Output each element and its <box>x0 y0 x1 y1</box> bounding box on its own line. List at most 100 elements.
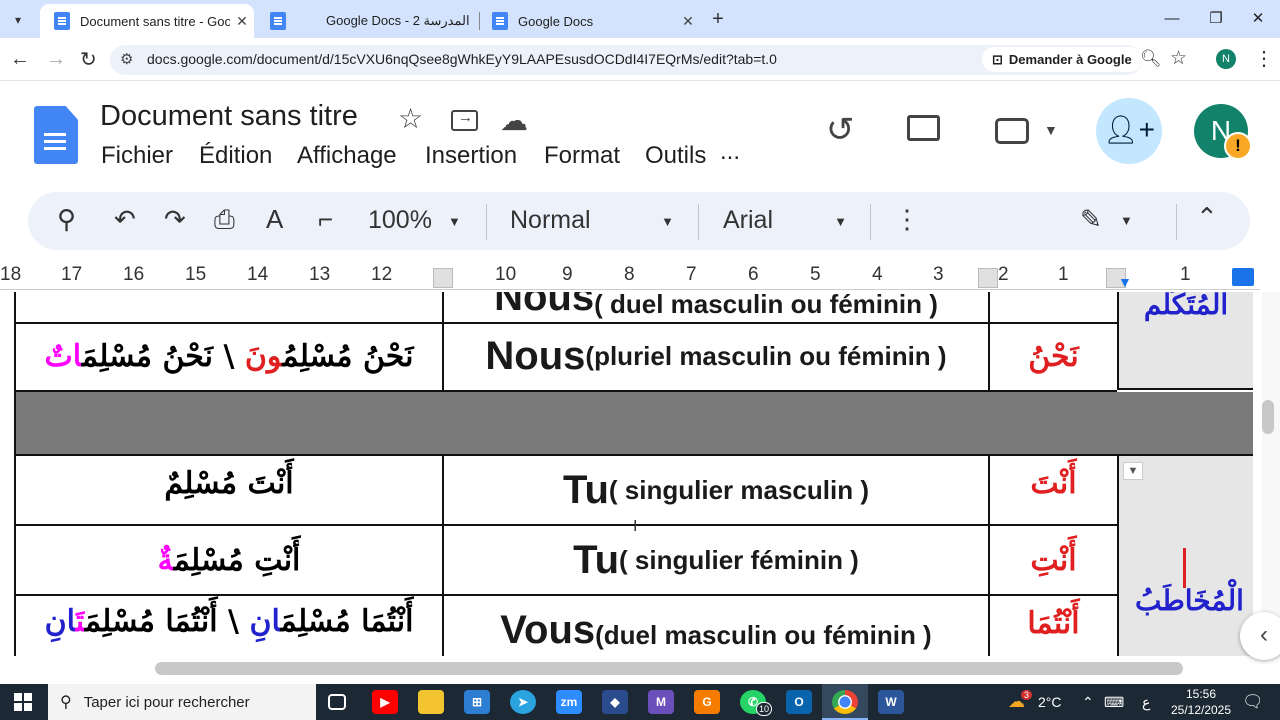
table-cell[interactable]: أَنْتِ مُسْلِمَةٌ <box>14 526 442 596</box>
editing-mode-icon[interactable]: ✎ <box>1080 204 1102 235</box>
chrome-icon[interactable] <box>832 690 858 714</box>
table-cell[interactable]: أَنْتُمَا <box>988 596 1117 656</box>
windows-start-icon[interactable] <box>14 693 32 711</box>
indent-marker-icon[interactable]: ▼ <box>1118 274 1132 290</box>
microsoft-store-icon[interactable]: ⊞ <box>464 690 490 714</box>
reload-icon[interactable]: ↻ <box>80 47 97 72</box>
style-select[interactable]: Normal ▼ <box>510 206 680 235</box>
restore-button[interactable]: ❐ <box>1196 6 1236 32</box>
side-panel-toggle-button[interactable]: ‹ <box>1240 612 1280 660</box>
outlook-icon[interactable]: O <box>786 690 812 714</box>
close-tab-icon[interactable]: ✕ <box>230 13 254 30</box>
close-window-button[interactable]: ✕ <box>1238 6 1278 32</box>
table-cell[interactable]: أَنْتَ <box>988 456 1117 526</box>
cloud-saved-icon[interactable]: ☁ <box>500 104 528 137</box>
table-cell[interactable]: Tu ( singulier féminin ) <box>442 526 988 596</box>
indent-marker-icon[interactable] <box>1232 268 1254 286</box>
table-cell[interactable]: Tu ( singulier masculin ) <box>442 456 988 526</box>
document-title[interactable]: Document sans titre <box>100 100 358 133</box>
side-column-addressee[interactable]: ▼ الْمُخَاطَبُ <box>1117 456 1253 656</box>
word-icon[interactable]: W <box>878 690 904 714</box>
share-button[interactable]: 👤︎+ <box>1096 98 1162 164</box>
redo-icon[interactable]: ↷ <box>164 204 186 235</box>
file-explorer-icon[interactable] <box>418 690 444 714</box>
table-cell[interactable]: أَنْتُمَا مُسْلِمَانِ \ أَنْتُمَا مُسْلِ… <box>14 596 442 656</box>
profile-avatar[interactable]: N <box>1216 49 1236 69</box>
table-cell[interactable]: Vous (duel masculin ou féminin ) <box>442 596 988 656</box>
new-tab-button[interactable]: + <box>706 8 730 32</box>
tab-google-docs[interactable]: Google Docs ✕ <box>478 4 700 38</box>
tray-overflow-icon[interactable]: ⌃ <box>1082 684 1094 720</box>
menu-more[interactable]: ... <box>720 138 740 166</box>
vertical-scroll-thumb[interactable] <box>1262 400 1274 434</box>
more-options-icon[interactable]: ⋮ <box>894 204 920 235</box>
chevron-down-icon[interactable]: ▼ <box>1044 122 1058 138</box>
bookmark-star-icon[interactable]: ☆ <box>1170 47 1187 70</box>
table-cell[interactable] <box>14 292 442 324</box>
zoom-icon[interactable]: 🔍︎ <box>1140 49 1162 69</box>
back-icon[interactable]: ← <box>10 48 30 71</box>
clock[interactable]: 15:56 25/12/2025 <box>1166 686 1236 718</box>
dropdown-arrow-icon[interactable]: ▼ <box>1123 462 1143 480</box>
input-language[interactable]: ع <box>1142 684 1150 720</box>
close-tab-icon[interactable]: ✕ <box>676 13 700 30</box>
search-menus-icon[interactable]: ⚲ <box>57 204 76 235</box>
spellcheck-icon[interactable]: A <box>266 204 283 235</box>
task-view-icon[interactable] <box>328 694 346 710</box>
table-cell[interactable]: Nous (pluriel masculin ou féminin ) <box>442 322 988 392</box>
chevron-down-icon[interactable]: ▼ <box>1120 213 1133 228</box>
forward-icon[interactable]: → <box>46 48 66 71</box>
side-column-speaker[interactable]: الْمُتَكَلِّم <box>1117 292 1253 390</box>
table-cell[interactable]: نَحْنُ مُسْلِمُونَ \ نَحْنُ مُسْلِمَاتٌ <box>14 322 442 392</box>
browser-menu-icon[interactable]: ⋮ <box>1254 46 1274 71</box>
table-cell[interactable]: نَحْنُ <box>988 322 1117 392</box>
horizontal-scroll-thumb[interactable] <box>155 662 1183 675</box>
warning-icon: ! <box>1224 132 1252 160</box>
menu-affichage[interactable]: Affichage <box>297 142 397 170</box>
menu-edition[interactable]: Édition <box>199 142 272 170</box>
taskbar-search-box[interactable]: ⚲ Taper ici pour rechercher <box>48 684 316 720</box>
keyboard-icon[interactable]: ⌨ <box>1104 684 1124 720</box>
notifications-icon[interactable]: 🗨︎ <box>1242 684 1264 720</box>
comments-icon[interactable] <box>907 115 940 141</box>
zoom-app-icon[interactable]: zm <box>556 690 582 714</box>
codeblocks-icon[interactable]: ◆ <box>602 690 628 714</box>
collapse-menus-icon[interactable]: ⌃ <box>1196 202 1218 233</box>
telegram-icon[interactable]: ➤ <box>510 690 536 714</box>
tab-search-button[interactable]: ▾ <box>6 8 30 32</box>
column-marker[interactable] <box>978 268 998 288</box>
site-info-icon[interactable]: ⚙ <box>120 50 133 68</box>
meet-icon[interactable] <box>995 118 1029 144</box>
docs-logo-icon[interactable] <box>34 106 78 164</box>
tab-google-docs-2[interactable]: Google Docs - 2 المدرسة <box>256 4 478 38</box>
ask-google-button[interactable]: ⊡ Demander à Google <box>982 47 1142 72</box>
menu-insertion[interactable]: Insertion <box>425 142 517 170</box>
url-text[interactable]: docs.google.com/document/d/15cVXU6nqQsee… <box>147 51 777 67</box>
menu-format[interactable]: Format <box>544 142 620 170</box>
app-orange-icon[interactable]: G <box>694 690 720 714</box>
table-cell[interactable]: أَنْتَ مُسْلِمٌ <box>14 456 442 526</box>
column-marker[interactable] <box>433 268 453 288</box>
star-icon[interactable]: ☆ <box>398 102 423 135</box>
zoom-select[interactable]: 100% ▼ <box>368 206 461 235</box>
paint-format-icon[interactable]: ⌐ <box>318 204 333 235</box>
ruler-number: 13 <box>309 264 331 285</box>
font-select[interactable]: Arial ▼ <box>723 206 849 235</box>
print-icon[interactable]: ⎙ <box>214 204 235 236</box>
table-cell[interactable]: Nous ( duel masculin ou féminin ) <box>442 292 988 324</box>
tab-document-sans-titre[interactable]: Document sans titre - Google D ✕ <box>40 4 254 38</box>
document-canvas[interactable]: Nous ( duel masculin ou féminin ) نَحْنُ… <box>0 292 1262 656</box>
minimize-button[interactable]: — <box>1152 6 1192 32</box>
move-folder-icon[interactable]: → <box>451 109 478 131</box>
table-cell[interactable]: أَنْتِ <box>988 526 1117 596</box>
history-icon[interactable]: ↺ <box>826 110 855 150</box>
youtube-icon[interactable]: ▶ <box>372 690 398 714</box>
weather-widget[interactable]: ☁ 3 2°C <box>1008 684 1062 720</box>
menu-outils[interactable]: Outils <box>645 142 706 170</box>
undo-icon[interactable]: ↶ <box>114 204 136 235</box>
microsoft-365-icon[interactable]: M <box>648 690 674 714</box>
gray-separator-row[interactable] <box>14 392 1253 456</box>
menu-fichier[interactable]: Fichier <box>101 142 173 170</box>
vertical-scrollbar[interactable] <box>1262 292 1280 656</box>
table-cell[interactable] <box>988 292 1117 324</box>
